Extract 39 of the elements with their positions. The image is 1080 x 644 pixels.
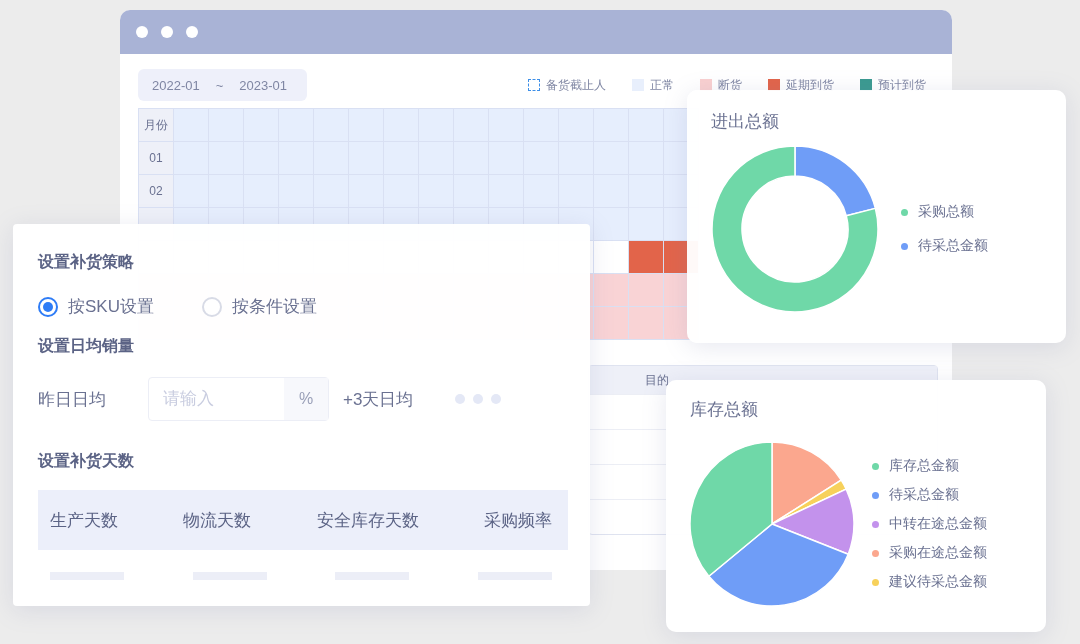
window-dot-icon[interactable] bbox=[186, 26, 198, 38]
grid-cell bbox=[629, 241, 664, 274]
date-range-field[interactable]: 2022-01 ~ 2023-01 bbox=[138, 69, 308, 101]
legend-label: 中转在途总金额 bbox=[889, 515, 987, 533]
section-title: 设置补货策略 bbox=[38, 252, 134, 273]
column-header: 目的 bbox=[645, 371, 669, 389]
legend-label: 待采总金额 bbox=[918, 237, 988, 255]
grid-cell bbox=[594, 307, 629, 340]
radio-option[interactable]: 按SKU设置 bbox=[38, 295, 154, 318]
grid-cell bbox=[594, 274, 629, 307]
row-label: 02 bbox=[139, 175, 174, 208]
grid-cell bbox=[594, 208, 629, 241]
card-title: 进出总额 bbox=[711, 111, 779, 133]
legend-label: 正常 bbox=[650, 76, 674, 94]
section-title: 设置日均销量 bbox=[38, 336, 134, 356]
table-header-cell: 月份 bbox=[139, 109, 174, 142]
unit-label: % bbox=[284, 378, 328, 420]
field-label: +3天日均 bbox=[343, 388, 414, 411]
legend-label: 待采总金额 bbox=[889, 486, 959, 504]
legend-label: 采购在途总金额 bbox=[889, 544, 987, 562]
card-title: 库存总额 bbox=[690, 399, 758, 421]
legend-label: 建议待采总金额 bbox=[889, 573, 987, 591]
radio-option[interactable]: 按条件设置 bbox=[201, 295, 317, 318]
grid-cell bbox=[629, 274, 664, 307]
section-title: 设置补货天数 bbox=[38, 451, 134, 472]
row-label: 01 bbox=[139, 142, 174, 175]
column-header: 安全库存天数 bbox=[316, 509, 419, 532]
legend-label: 采购总额 bbox=[918, 203, 974, 221]
window-dot-icon[interactable] bbox=[136, 26, 148, 38]
field-label: 昨日日均 bbox=[38, 388, 107, 411]
grid-cell bbox=[629, 307, 664, 340]
column-header: 物流天数 bbox=[183, 509, 252, 532]
legend-label: 库存总金额 bbox=[889, 457, 959, 475]
window-dot-icon[interactable] bbox=[161, 26, 173, 38]
column-header: 采购频率 bbox=[484, 509, 552, 532]
grid-cell bbox=[629, 208, 664, 241]
column-header: 生产天数 bbox=[50, 509, 118, 532]
grid-cell bbox=[594, 241, 629, 274]
legend-label: 备货截止人 bbox=[546, 76, 606, 94]
